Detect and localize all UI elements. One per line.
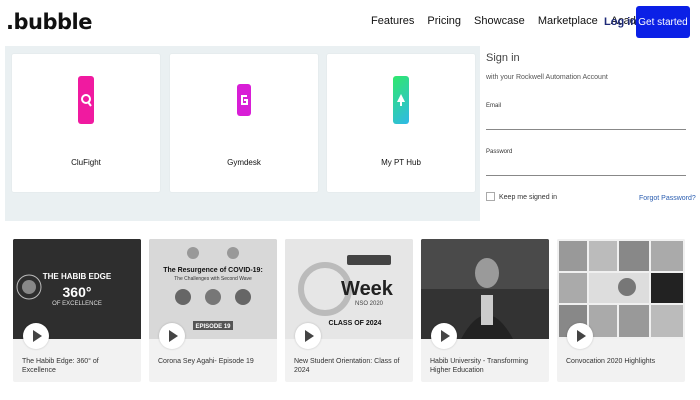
video-title: New Student Orientation: Class of 2024 [294, 358, 400, 374]
top-nav: .bubble Features Pricing Showcase Market… [0, 0, 700, 46]
video-card[interactable]: The Resurgence of COVID-19: The Challeng… [149, 239, 277, 382]
video-title: Corona Sey Agahi- Episode 19 [158, 358, 254, 365]
mypthub-icon [393, 76, 409, 124]
play-icon[interactable] [431, 323, 457, 349]
keep-signed-in-checkbox[interactable] [486, 192, 495, 201]
video-title: Habib University - Transforming Higher E… [430, 358, 529, 374]
thumb-text: EPISODE 19 [195, 324, 231, 330]
bubble-logo[interactable]: .bubble [6, 10, 92, 34]
email-label: Email [486, 103, 502, 109]
thumb-text: Week [341, 278, 394, 300]
video-card[interactable]: Week NSO 2020 CLASS OF 2024 New Student … [285, 239, 413, 382]
thumb-text: NSO 2020 [355, 301, 384, 307]
signin-subtitle: with your Rockwell Automation Account [486, 74, 608, 81]
nav-features[interactable]: Features [371, 15, 414, 27]
forgot-password-link[interactable]: Forgot Password? [639, 195, 696, 202]
app-card-mypthub[interactable]: My PT Hub [327, 54, 475, 192]
apps-panel: CluFight Gymdesk My PT Hub [5, 46, 480, 221]
video-title: Convocation 2020 Highlights [566, 358, 656, 365]
login-link[interactable]: Log in [604, 16, 637, 28]
video-card[interactable]: THE HABIB EDGE 360° OF EXCELLENCE The Ha… [13, 239, 141, 382]
app-name: CluFight [71, 158, 101, 167]
nav-pricing[interactable]: Pricing [427, 15, 461, 27]
play-icon[interactable] [295, 323, 321, 349]
video-card[interactable]: Habib University - Transforming Higher E… [421, 239, 549, 382]
video-title: The Habib Edge: 360° of Excellence [22, 358, 99, 374]
thumb-text: OF EXCELLENCE [52, 301, 102, 307]
thumb-text: THE HABIB EDGE [43, 272, 112, 281]
thumb-text: The Challenges with Second Wave [174, 276, 252, 282]
nav-marketplace[interactable]: Marketplace [538, 15, 598, 27]
nav-showcase[interactable]: Showcase [474, 15, 525, 27]
play-icon[interactable] [159, 323, 185, 349]
app-card-clufight[interactable]: CluFight [12, 54, 160, 192]
password-label: Password [486, 149, 513, 155]
thumb-text: 360° [63, 284, 92, 300]
email-underline [486, 129, 686, 130]
thumb-text: The Resurgence of COVID-19: [163, 267, 263, 274]
keep-signed-in-label: Keep me signed in [499, 194, 557, 201]
clufight-icon [78, 76, 94, 124]
gymdesk-icon [237, 84, 251, 116]
play-icon[interactable] [23, 323, 49, 349]
password-underline [486, 175, 686, 176]
app-name: My PT Hub [381, 158, 421, 167]
thumb-text: CLASS OF 2024 [329, 320, 382, 327]
get-started-button[interactable]: Get started [636, 6, 690, 38]
app-card-gymdesk[interactable]: Gymdesk [170, 54, 318, 192]
app-name: Gymdesk [227, 158, 261, 167]
play-icon[interactable] [567, 323, 593, 349]
signin-title: Sign in [486, 52, 520, 64]
video-card[interactable]: Convocation 2020 Highlights [557, 239, 685, 382]
password-field[interactable] [486, 162, 686, 174]
email-field[interactable] [486, 116, 686, 128]
